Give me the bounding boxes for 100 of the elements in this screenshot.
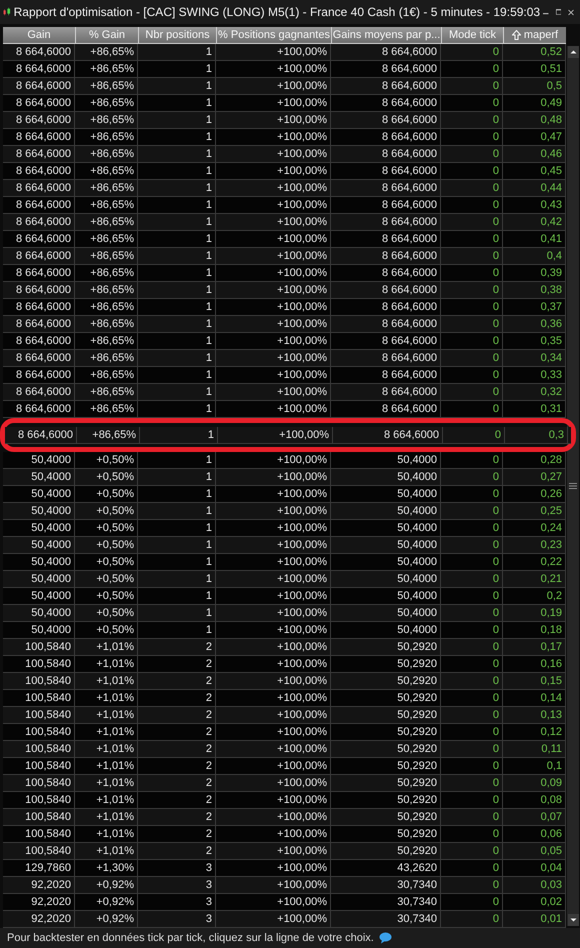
table-cell: 0,48	[503, 112, 566, 128]
table-row[interactable]: 100,5840 +1,01% 2 +100,00% 50,2920 0 0,09	[3, 775, 566, 792]
table-row[interactable]: 8 664,6000 +86,65% 1 +100,00% 8 664,6000 0 0,45	[3, 163, 566, 180]
table-cell: 1	[138, 316, 216, 332]
table-row[interactable]: 92,2020 +0,92% 3 +100,00% 30,7340 0 0,02	[3, 894, 566, 911]
table-row[interactable]: 50,4000 +0,50% 1 +100,00% 50,4000 0 0,19	[3, 605, 566, 622]
table-cell: 50,4000	[331, 554, 441, 570]
table-row[interactable]: 8 664,6000 +86,65% 1 +100,00% 8 664,6000 0 0,51	[3, 61, 566, 78]
table-row[interactable]: 100,5840 +1,01% 2 +100,00% 50,2920 0 0,15	[3, 673, 566, 690]
table-row[interactable]: 8 664,6000 +86,65% 1 +100,00% 8 664,6000 0 0,32	[3, 384, 566, 401]
table-cell: +100,00%	[216, 656, 331, 672]
table-cell: 50,4000	[331, 469, 441, 485]
table-row[interactable]: 8 664,6000 +86,65% 1 +100,00% 8 664,6000 0 0,48	[3, 112, 566, 129]
table-row[interactable]: 100,5840 +1,01% 2 +100,00% 50,2920 0 0,17	[3, 639, 566, 656]
table-row[interactable]: 8 664,6000 +86,65% 1 +100,00% 8 664,6000 0 0,35	[3, 333, 566, 350]
table-cell: 8 664,6000	[331, 401, 441, 417]
table-row[interactable]: 8 664,6000 +86,65% 1 +100,00% 8 664,6000 0 0,44	[3, 180, 566, 197]
table-cell: 0,39	[503, 265, 566, 281]
table-cell: 0	[441, 537, 503, 553]
table-cell: 50,2920	[331, 673, 441, 689]
table-row[interactable]: 100,5840 +1,01% 2 +100,00% 50,2920 0 0,06	[3, 826, 566, 843]
table-cell: 1	[138, 503, 216, 519]
table-cell: 129,7860	[3, 860, 75, 876]
table-cell: 8 664,6000	[331, 95, 441, 111]
table-row[interactable]: 100,5840 +1,01% 2 +100,00% 50,2920 0 0,11	[3, 741, 566, 758]
table-row[interactable]: 100,5840 +1,01% 2 +100,00% 50,2920 0 0,08	[3, 792, 566, 809]
table-row[interactable]: 8 664,6000 +86,65% 1 +100,00% 8 664,6000 0 0,5	[3, 78, 566, 95]
table-cell: +86,65%	[75, 401, 138, 417]
table-row[interactable]: 8 664,6000 +86,65% 1 +100,00% 8 664,6000 0 0,42	[3, 214, 566, 231]
table-row[interactable]: 8 664,6000 +86,65% 1 +100,00% 8 664,6000 0 0,38	[3, 282, 566, 299]
table-row[interactable]: 50,4000 +0,50% 1 +100,00% 50,4000 0 0,24	[3, 520, 566, 537]
table-cell: 0,03	[503, 877, 566, 893]
table-cell: +86,65%	[75, 299, 138, 315]
table-cell: +1,01%	[75, 843, 138, 859]
table-cell: 2	[138, 690, 216, 706]
table-row[interactable]: 8 664,6000 +86,65% 1 +100,00% 8 664,6000 0 0,33	[3, 367, 566, 384]
table-cell: +100,00%	[216, 299, 331, 315]
table-cell: +100,00%	[216, 350, 331, 366]
table-cell: 8 664,6000	[5, 426, 77, 442]
column-header[interactable]: maperf	[503, 27, 566, 43]
table-row[interactable]: 100,5840 +1,01% 2 +100,00% 50,2920 0 0,12	[3, 724, 566, 741]
table-row[interactable]: 100,5840 +1,01% 2 +100,00% 50,2920 0 0,05	[3, 843, 566, 860]
table-cell: 1	[138, 214, 216, 230]
table-row[interactable]: 50,4000 +0,50% 1 +100,00% 50,4000 0 0,21	[3, 571, 566, 588]
table-row[interactable]: 50,4000 +0,50% 1 +100,00% 50,4000 0 0,23	[3, 537, 566, 554]
table-row[interactable]: 8 664,6000 +86,65% 1 +100,00% 8 664,6000 0 0,3	[5, 426, 571, 444]
table-cell: +86,65%	[75, 384, 138, 400]
table-row[interactable]: 50,4000 +0,50% 1 +100,00% 50,4000 0 0,22	[3, 554, 566, 571]
table-row[interactable]: 100,5840 +1,01% 2 +100,00% 50,2920 0 0,16	[3, 656, 566, 673]
table-row[interactable]: 100,5840 +1,01% 2 +100,00% 50,2920 0 0,14	[3, 690, 566, 707]
table-cell: 100,5840	[3, 809, 75, 825]
table-row[interactable]: 50,4000 +0,50% 1 +100,00% 50,4000 0 0,28	[3, 452, 566, 469]
table-row[interactable]: 92,2020 +0,92% 3 +100,00% 30,7340 0 0,01	[3, 911, 566, 928]
table-row[interactable]: 8 664,6000 +86,65% 1 +100,00% 8 664,6000 0 0,36	[3, 316, 566, 333]
table-cell: 1	[138, 350, 216, 366]
table-cell: +86,65%	[75, 44, 138, 60]
table-cell: 8 664,6000	[331, 214, 441, 230]
table-row[interactable]: 100,5840 +1,01% 2 +100,00% 50,2920 0 0,07	[3, 809, 566, 826]
table-cell: 0,16	[503, 656, 566, 672]
table-cell: +86,65%	[75, 367, 138, 383]
table-row[interactable]: 50,4000 +0,50% 1 +100,00% 50,4000 0 0,18	[3, 622, 566, 639]
table-cell: 100,5840	[3, 724, 75, 740]
table-cell: 50,2920	[331, 826, 441, 842]
table-row[interactable]: 8 664,6000 +86,65% 1 +100,00% 8 664,6000 0 0,46	[3, 146, 566, 163]
table-cell: 0	[441, 95, 503, 111]
table-cell: 0,17	[503, 639, 566, 655]
table-row[interactable]: 8 664,6000 +86,65% 1 +100,00% 8 664,6000 0 0,31	[3, 401, 566, 418]
table-cell: 1	[138, 486, 216, 502]
table-cell: 0	[441, 860, 503, 876]
table-row[interactable]: 92,2020 +0,92% 3 +100,00% 30,7340 0 0,03	[3, 877, 566, 894]
table-row[interactable]: 8 664,6000 +86,65% 1 +100,00% 8 664,6000 0 0,43	[3, 197, 566, 214]
table-cell: 0	[441, 656, 503, 672]
table-cell: 50,4000	[3, 486, 75, 502]
table-cell: 8 664,6000	[3, 248, 75, 264]
table-cell: 1	[138, 367, 216, 383]
table-row[interactable]: 100,5840 +1,01% 2 +100,00% 50,2920 0 0,13	[3, 707, 566, 724]
table-cell: 0	[441, 146, 503, 162]
table-cell: 50,4000	[3, 452, 75, 468]
table-row[interactable]: 8 664,6000 +86,65% 1 +100,00% 8 664,6000 0 0,47	[3, 129, 566, 146]
table-row[interactable]: 8 664,6000 +86,65% 1 +100,00% 8 664,6000 0 0,37	[3, 299, 566, 316]
table-row[interactable]: 50,4000 +0,50% 1 +100,00% 50,4000 0 0,27	[3, 469, 566, 486]
table-row[interactable]: 8 664,6000 +86,65% 1 +100,00% 8 664,6000 0 0,41	[3, 231, 566, 248]
table-row[interactable]: 50,4000 +0,50% 1 +100,00% 50,4000 0 0,26	[3, 486, 566, 503]
table-row[interactable]: 50,4000 +0,50% 1 +100,00% 50,4000 0 0,25	[3, 503, 566, 520]
table-cell: 0	[441, 877, 503, 893]
table-row[interactable]: 8 664,6000 +86,65% 1 +100,00% 8 664,6000 0 0,4	[3, 248, 566, 265]
table-row[interactable]: 8 664,6000 +86,65% 1 +100,00% 8 664,6000 0 0,34	[3, 350, 566, 367]
table-cell: 0	[441, 350, 503, 366]
table-cell: +86,65%	[75, 333, 138, 349]
table-row[interactable]: 50,4000 +0,50% 1 +100,00% 50,4000 0 0,2	[3, 588, 566, 605]
table-cell: 1	[138, 537, 216, 553]
table-row[interactable]: 8 664,6000 +86,65% 1 +100,00% 8 664,6000 0 0,52	[3, 44, 566, 61]
table-cell: 8 664,6000	[331, 350, 441, 366]
table-row[interactable]: 8 664,6000 +86,65% 1 +100,00% 8 664,6000 0 0,39	[3, 265, 566, 282]
table-row[interactable]: 129,7860 +1,30% 3 +100,00% 43,2620 0 0,04	[3, 860, 566, 877]
table-row[interactable]: 8 664,6000 +86,65% 1 +100,00% 8 664,6000 0 0,49	[3, 95, 566, 112]
table-cell: 30,7340	[331, 894, 441, 910]
table-row[interactable]: 100,5840 +1,01% 2 +100,00% 50,2920 0 0,1	[3, 758, 566, 775]
table-cell: +86,65%	[75, 78, 138, 94]
table-cell: +100,00%	[216, 214, 331, 230]
